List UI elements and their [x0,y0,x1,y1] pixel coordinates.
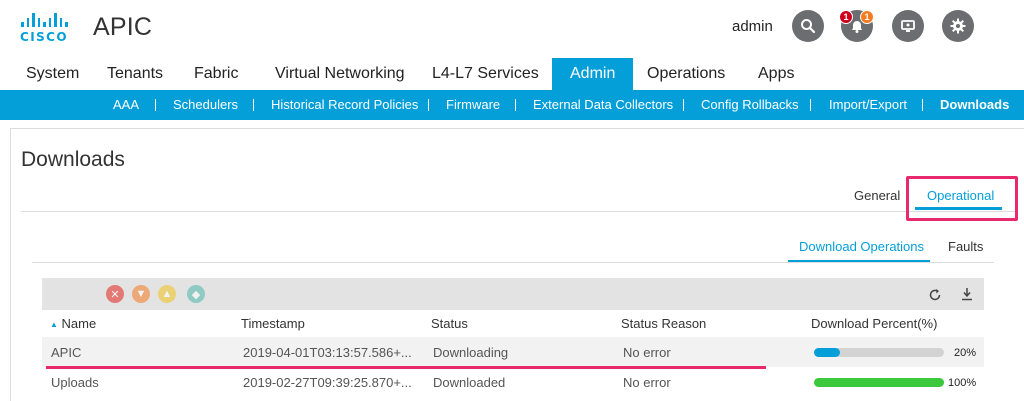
subnav-divider [428,99,429,111]
subnav-item-downloads[interactable]: Downloads [940,90,1009,120]
sort-ascending-icon: ▲ [50,320,58,330]
system-tools-button[interactable] [892,10,924,42]
nav-item-tenants[interactable]: Tenants [107,58,163,90]
column-header-status-reason[interactable]: Status Reason [621,316,706,331]
refresh-icon[interactable] [928,288,942,302]
subnav-item-external-data-collectors[interactable]: External Data Collectors [533,90,673,120]
cell-name: APIC [51,345,82,360]
cell-status-reason: No error [623,345,671,360]
subnav-item-schedulers[interactable]: Schedulers [173,90,238,120]
search-button[interactable] [792,10,824,42]
nav-item-apps[interactable]: Apps [758,58,794,90]
nav-item-admin[interactable]: Admin [552,58,634,90]
table-row[interactable]: Uploads 2019-02-27T09:39:25.870+... Down… [42,368,984,398]
subnav-item-config-rollbacks[interactable]: Config Rollbacks [701,90,799,120]
gear-icon [950,18,966,34]
nav-item-l4-l7-services[interactable]: L4-L7 Services [432,58,539,90]
nav-item-operations[interactable]: Operations [647,58,725,90]
progress-percent-label: 100% [948,377,977,389]
progress-bar-fill [814,378,944,387]
page-title: Downloads [21,148,125,171]
user-menu[interactable]: admin [732,18,773,35]
cell-status: Downloaded [433,375,506,390]
tab-general[interactable]: General [854,188,900,203]
warning-icon[interactable]: ◆ [187,285,205,303]
subtab-faults[interactable]: Faults [948,239,983,254]
table-row[interactable]: APIC 2019-04-01T03:13:57.586+... Downloa… [42,337,984,367]
subnav-divider [253,99,254,111]
subnav-divider [810,99,811,111]
cisco-logo-bars-icon [21,11,76,27]
app-header: CISCO APIC admin 1 1 [0,0,1024,58]
sub-nav: AAA Schedulers Historical Record Policie… [0,90,1024,120]
subtab-download-operations[interactable]: Download Operations [799,239,924,254]
warning-badge: 1 [860,10,874,24]
subnav-divider [922,99,923,111]
app-title: APIC [93,13,153,41]
settings-button[interactable] [942,10,974,42]
subnav-item-aaa[interactable]: AAA [113,90,139,120]
major-icon[interactable]: ▼ [132,285,150,303]
progress-percent-label: 20% [954,347,977,359]
subnav-item-historical-record-policies[interactable]: Historical Record Policies [271,90,418,120]
nav-item-system[interactable]: System [26,58,79,90]
column-header-download-percent[interactable]: Download Percent(%) [811,316,937,331]
subnav-divider [155,99,156,111]
nav-item-fabric[interactable]: Fabric [194,58,238,90]
search-icon [801,19,816,34]
progress-bar-fill [814,348,840,357]
cell-timestamp: 2019-04-01T03:13:57.586+... [243,345,412,360]
column-header-timestamp[interactable]: Timestamp [241,316,305,331]
subnav-item-import-export[interactable]: Import/Export [829,90,907,120]
critical-badge: 1 [839,10,853,24]
table-toolbar: ✕ ▼ ▲ ◆ [42,278,984,310]
nav-item-virtual-networking[interactable]: Virtual Networking [275,58,405,90]
cell-timestamp: 2019-02-27T09:39:25.870+... [243,375,412,390]
operational-tab-highlight [906,176,1018,221]
subtab-divider [32,262,994,263]
download-icon[interactable] [960,287,974,301]
main-nav: System Tenants Fabric Virtual Networking… [0,58,1024,90]
minor-icon[interactable]: ▲ [158,285,176,303]
tab-divider [21,211,1018,212]
subnav-divider [515,99,516,111]
cell-status-reason: No error [623,375,671,390]
critical-icon[interactable]: ✕ [106,285,124,303]
progress-bar [814,378,944,387]
cell-name: Uploads [51,375,99,390]
cell-status: Downloading [433,345,509,360]
column-header-status[interactable]: Status [431,316,468,331]
column-header-name[interactable]: ▲ Name [50,316,96,331]
cisco-logo-text: CISCO [20,30,68,44]
notifications-button[interactable]: 1 1 [839,10,874,42]
progress-bar [814,348,944,357]
subnav-divider [683,99,684,111]
monitor-icon [901,20,915,32]
cisco-logo[interactable]: CISCO [20,11,76,47]
subnav-item-firmware[interactable]: Firmware [446,90,500,120]
